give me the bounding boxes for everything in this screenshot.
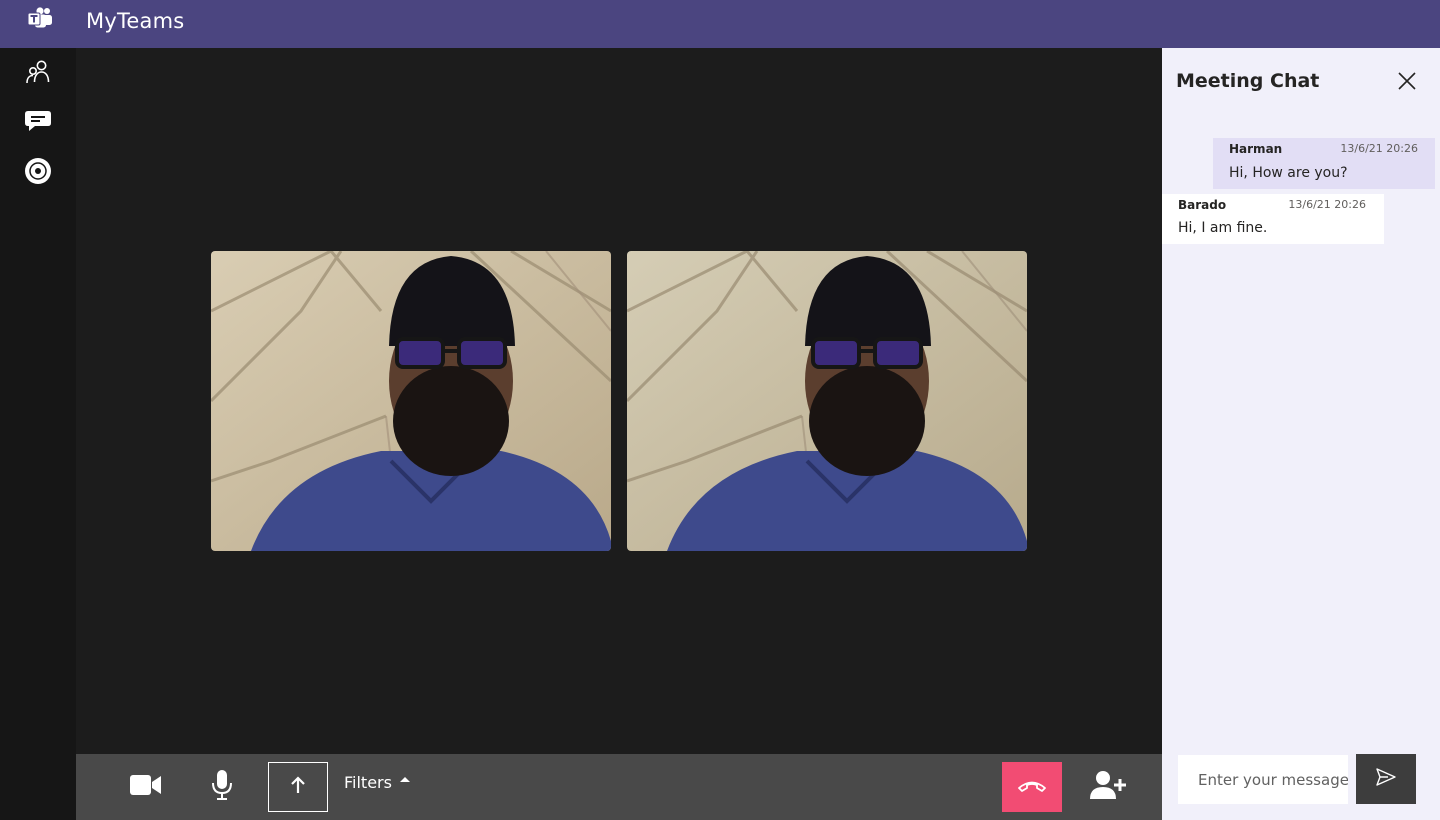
chat-button[interactable] bbox=[20, 104, 56, 140]
participant-video-tile bbox=[211, 251, 611, 551]
camera-toggle-button[interactable] bbox=[126, 769, 166, 805]
participant-video-tile bbox=[627, 251, 1027, 551]
chat-bubble-icon bbox=[24, 106, 52, 138]
top-bar: MyTeams bbox=[0, 0, 1440, 48]
send-icon bbox=[1376, 768, 1396, 790]
chat-message-own: Harman 13/6/21 20:26 Hi, How are you? bbox=[1213, 138, 1435, 189]
filters-label: Filters bbox=[344, 773, 392, 792]
microphone-toggle-button[interactable] bbox=[206, 769, 238, 805]
microphone-icon bbox=[211, 770, 233, 804]
close-chat-button[interactable] bbox=[1396, 70, 1418, 92]
call-controls-bar: Filters bbox=[76, 754, 1162, 820]
send-message-button[interactable] bbox=[1356, 754, 1416, 804]
participants-button[interactable] bbox=[20, 56, 56, 92]
message-text: Hi, How are you? bbox=[1229, 165, 1348, 181]
message-timestamp: 13/6/21 20:26 bbox=[1288, 198, 1366, 211]
meeting-chat-panel: Meeting Chat Harman 13/6/21 20:26 Hi, Ho… bbox=[1162, 48, 1440, 820]
record-button[interactable] bbox=[20, 155, 56, 191]
share-screen-button[interactable] bbox=[268, 762, 328, 812]
teams-logo-icon bbox=[26, 6, 54, 34]
message-text: Hi, I am fine. bbox=[1178, 220, 1268, 236]
message-timestamp: 13/6/21 20:26 bbox=[1340, 142, 1418, 155]
chat-message-input[interactable] bbox=[1178, 755, 1348, 804]
participants-icon bbox=[24, 58, 52, 90]
hang-up-button[interactable] bbox=[1002, 762, 1062, 812]
message-sender: Harman bbox=[1229, 142, 1283, 156]
video-camera-icon bbox=[130, 774, 162, 800]
caret-up-icon bbox=[399, 777, 410, 782]
left-sidebar bbox=[0, 48, 76, 820]
add-user-icon bbox=[1090, 770, 1126, 804]
app-title: MyTeams bbox=[86, 9, 185, 33]
record-icon bbox=[24, 157, 52, 189]
filters-dropdown[interactable]: Filters bbox=[344, 773, 410, 792]
add-participant-button[interactable] bbox=[1088, 768, 1128, 806]
chat-panel-title: Meeting Chat bbox=[1176, 70, 1320, 92]
close-icon bbox=[1396, 72, 1418, 96]
phone-hangup-icon bbox=[1017, 778, 1047, 797]
arrow-up-icon bbox=[290, 776, 306, 798]
chat-message-other: Barado 13/6/21 20:26 Hi, I am fine. bbox=[1162, 194, 1384, 244]
video-stage bbox=[76, 48, 1162, 754]
message-sender: Barado bbox=[1178, 198, 1227, 212]
